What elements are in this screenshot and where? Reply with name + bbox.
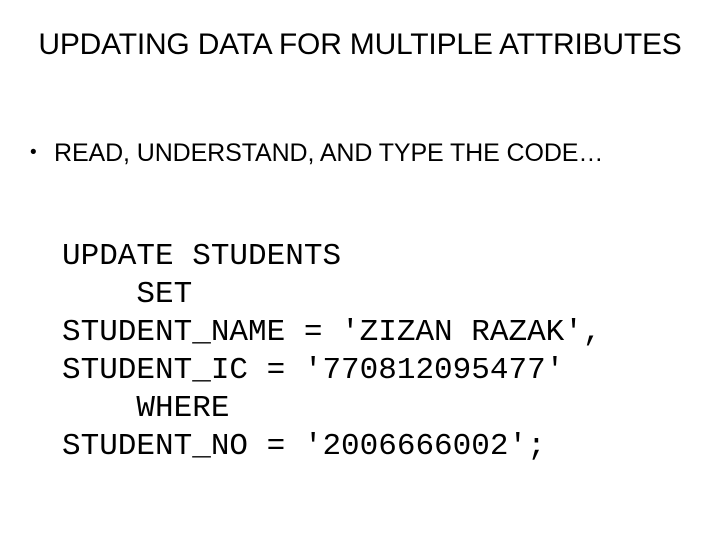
list-item: • READ, UNDERSTAND, AND TYPE THE CODE… — [30, 137, 690, 169]
code-line: STUDENT_NAME = 'ZIZAN RAZAK', — [62, 315, 602, 350]
code-line: STUDENT_NO = '2006666002'; — [62, 429, 546, 464]
code-line: STUDENT_IC = '770812095477' — [62, 353, 565, 388]
bullet-list: • READ, UNDERSTAND, AND TYPE THE CODE… — [30, 137, 690, 169]
code-line: SET — [62, 277, 193, 312]
code-line: WHERE — [62, 391, 230, 426]
sql-code-block: UPDATE STUDENTS SET STUDENT_NAME = 'ZIZAN… — [62, 238, 702, 466]
bullet-point-icon: • — [30, 142, 37, 163]
bullet-item-label: READ, UNDERSTAND, AND TYPE THE CODE… — [54, 139, 604, 167]
slide-canvas: UPDATING DATA FOR MULTIPLE ATTRIBUTES • … — [0, 0, 720, 540]
code-line: UPDATE STUDENTS — [62, 239, 342, 274]
page-title: UPDATING DATA FOR MULTIPLE ATTRIBUTES — [38, 28, 682, 61]
